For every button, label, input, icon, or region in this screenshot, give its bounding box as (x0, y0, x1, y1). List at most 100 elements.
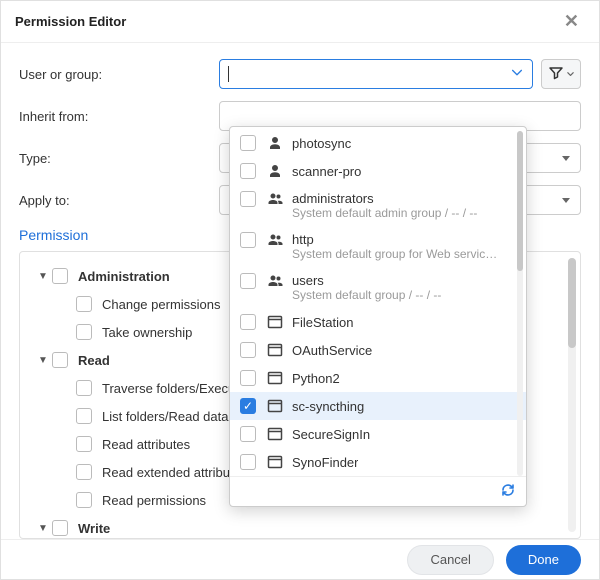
app-icon (266, 426, 284, 442)
scrollbar-thumb[interactable] (568, 258, 576, 348)
dropdown-item-texts: scanner-pro (292, 164, 361, 179)
checkbox[interactable] (76, 296, 92, 312)
dropdown-item[interactable]: SecureSignIn (230, 420, 526, 448)
dropdown-item[interactable]: OAuthService (230, 336, 526, 364)
dropdown-item-subtitle: System default group for Web servic… (292, 247, 497, 261)
scrollbar-thumb[interactable] (517, 131, 523, 271)
cancel-button[interactable]: Cancel (407, 545, 493, 575)
user-or-group-label: User or group: (19, 67, 219, 82)
group-icon (266, 232, 284, 248)
dropdown-item-texts: Python2 (292, 371, 340, 386)
apply-to-label: Apply to: (19, 193, 219, 208)
dropdown-item-label: SecureSignIn (292, 427, 370, 442)
group-icon (266, 191, 284, 207)
checkbox[interactable] (240, 454, 256, 470)
checkbox[interactable] (76, 324, 92, 340)
dropdown-item-label: Python2 (292, 371, 340, 386)
dropdown-item[interactable]: sc-syncthing (230, 392, 526, 420)
dropdown-item-texts: httpSystem default group for Web servic… (292, 232, 497, 261)
dropdown-item-label: OAuthService (292, 343, 372, 358)
tree-label: Change permissions (102, 297, 221, 312)
titlebar: Permission Editor ✕ (1, 1, 599, 43)
tree-label: Administration (78, 269, 170, 284)
tree-label: Read attributes (102, 437, 190, 452)
checkbox[interactable] (240, 426, 256, 442)
dropdown-item-label: http (292, 232, 497, 247)
dropdown-item-label: FileStation (292, 315, 353, 330)
checkbox[interactable] (52, 268, 68, 284)
checkbox[interactable] (76, 408, 92, 424)
tree-label: Read permissions (102, 493, 206, 508)
dropdown-item[interactable]: httpSystem default group for Web servic… (230, 226, 526, 267)
dropdown-footer (230, 476, 526, 506)
expand-toggle[interactable]: ▼ (34, 271, 52, 282)
dropdown-item-label: photosync (292, 136, 351, 151)
user-icon (266, 135, 284, 151)
app-icon (266, 454, 284, 470)
user-or-group-combo[interactable] (219, 59, 533, 89)
dropdown-item-texts: FileStation (292, 315, 353, 330)
dialog-footer: Cancel Done (1, 539, 599, 579)
checkbox[interactable] (76, 464, 92, 480)
type-label: Type: (19, 151, 219, 166)
app-icon (266, 398, 284, 414)
dropdown-item-label: administrators (292, 191, 477, 206)
dropdown-item-subtitle: System default group / -- / -- (292, 288, 441, 302)
dropdown-item[interactable]: Python2 (230, 364, 526, 392)
dropdown-item-label: users (292, 273, 441, 288)
chevron-down-icon (566, 67, 575, 82)
funnel-icon (548, 65, 564, 84)
user-icon (266, 163, 284, 179)
dropdown-item-label: SynoFinder (292, 455, 358, 470)
dropdown-item-label: scanner-pro (292, 164, 361, 179)
dropdown-item-texts: usersSystem default group / -- / -- (292, 273, 441, 302)
group-icon (266, 273, 284, 289)
tree-label: Read extended attributes (102, 465, 247, 480)
done-button[interactable]: Done (506, 545, 581, 575)
checkbox[interactable] (240, 314, 256, 330)
app-icon (266, 370, 284, 386)
dropdown-item-texts: SecureSignIn (292, 427, 370, 442)
permission-editor-dialog: Permission Editor ✕ User or group: (0, 0, 600, 580)
refresh-icon[interactable] (500, 482, 516, 501)
chevron-down-icon[interactable] (510, 66, 524, 83)
inherit-from-label: Inherit from: (19, 109, 219, 124)
checkbox[interactable] (240, 342, 256, 358)
dropdown-item[interactable]: SynoFinder (230, 448, 526, 476)
dropdown-item[interactable]: FileStation (230, 308, 526, 336)
checkbox[interactable] (76, 436, 92, 452)
dropdown-item-subtitle: System default admin group / -- / -- (292, 206, 477, 220)
dropdown-item-texts: sc-syncthing (292, 399, 364, 414)
expand-toggle[interactable]: ▼ (34, 355, 52, 366)
checkbox[interactable] (240, 370, 256, 386)
dropdown-item-texts: administratorsSystem default admin group… (292, 191, 477, 220)
checkbox[interactable] (52, 520, 68, 536)
filter-button[interactable] (541, 59, 581, 89)
checkbox[interactable] (240, 398, 256, 414)
dropdown-item[interactable]: usersSystem default group / -- / -- (230, 267, 526, 308)
checkbox[interactable] (240, 191, 256, 207)
dialog-content: User or group: Inherit from: (1, 43, 599, 539)
user-group-dropdown: photosyncscanner-proadministratorsSystem… (229, 126, 527, 507)
dropdown-item-texts: OAuthService (292, 343, 372, 358)
tree-label: Write (78, 521, 110, 536)
tree-node-write[interactable]: ▼ Write (28, 514, 580, 539)
checkbox[interactable] (76, 380, 92, 396)
checkbox[interactable] (52, 352, 68, 368)
dropdown-item[interactable]: photosync (230, 129, 526, 157)
text-cursor (228, 66, 229, 82)
checkbox[interactable] (76, 492, 92, 508)
dropdown-item[interactable]: scanner-pro (230, 157, 526, 185)
checkbox[interactable] (240, 135, 256, 151)
checkbox[interactable] (240, 232, 256, 248)
dialog-title: Permission Editor (15, 14, 126, 29)
checkbox[interactable] (240, 163, 256, 179)
close-icon[interactable]: ✕ (558, 9, 585, 34)
tree-label: Take ownership (102, 325, 192, 340)
dropdown-item[interactable]: administratorsSystem default admin group… (230, 185, 526, 226)
checkbox[interactable] (240, 273, 256, 289)
tree-label: List folders/Read data (102, 409, 228, 424)
expand-toggle[interactable]: ▼ (34, 523, 52, 534)
tree-label: Read (78, 353, 110, 368)
dropdown-item-texts: SynoFinder (292, 455, 358, 470)
